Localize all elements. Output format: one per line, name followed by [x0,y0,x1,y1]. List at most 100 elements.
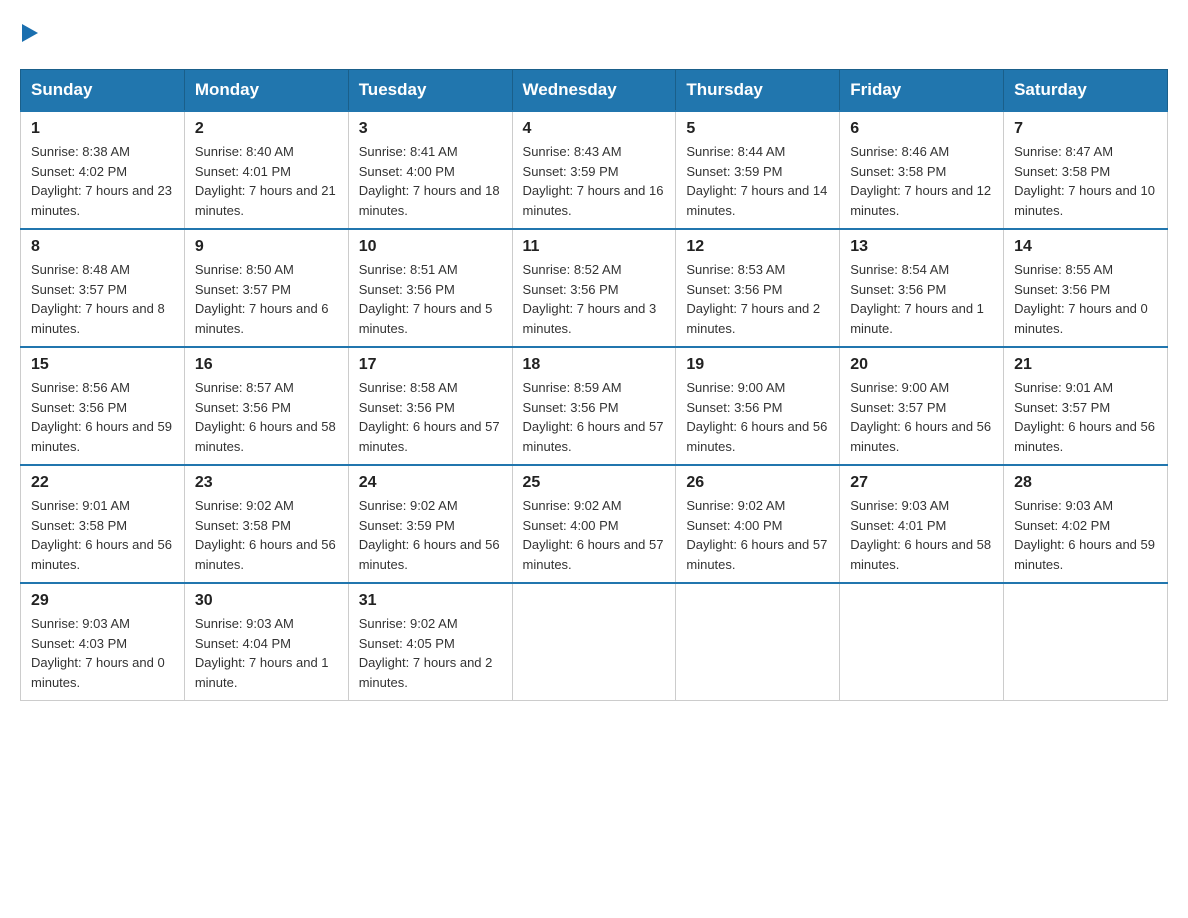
day-info: Sunrise: 9:01 AMSunset: 3:57 PMDaylight:… [1014,378,1157,456]
day-info: Sunrise: 8:38 AMSunset: 4:02 PMDaylight:… [31,142,174,220]
logo [20,20,40,49]
day-info: Sunrise: 8:55 AMSunset: 3:56 PMDaylight:… [1014,260,1157,338]
day-number: 31 [359,592,502,610]
calendar-cell: 2 Sunrise: 8:40 AMSunset: 4:01 PMDayligh… [184,111,348,229]
day-info: Sunrise: 8:44 AMSunset: 3:59 PMDaylight:… [686,142,829,220]
day-number: 4 [523,120,666,138]
calendar-cell: 31 Sunrise: 9:02 AMSunset: 4:05 PMDaylig… [348,583,512,701]
day-header-saturday: Saturday [1004,70,1168,112]
calendar-cell: 23 Sunrise: 9:02 AMSunset: 3:58 PMDaylig… [184,465,348,583]
calendar-cell: 27 Sunrise: 9:03 AMSunset: 4:01 PMDaylig… [840,465,1004,583]
day-info: Sunrise: 9:03 AMSunset: 4:03 PMDaylight:… [31,614,174,692]
day-number: 20 [850,356,993,374]
day-number: 13 [850,238,993,256]
day-number: 8 [31,238,174,256]
calendar-cell: 30 Sunrise: 9:03 AMSunset: 4:04 PMDaylig… [184,583,348,701]
day-info: Sunrise: 8:50 AMSunset: 3:57 PMDaylight:… [195,260,338,338]
calendar-cell: 28 Sunrise: 9:03 AMSunset: 4:02 PMDaylig… [1004,465,1168,583]
calendar-cell: 25 Sunrise: 9:02 AMSunset: 4:00 PMDaylig… [512,465,676,583]
day-info: Sunrise: 8:58 AMSunset: 3:56 PMDaylight:… [359,378,502,456]
calendar-week-row: 22 Sunrise: 9:01 AMSunset: 3:58 PMDaylig… [21,465,1168,583]
calendar-header-row: SundayMondayTuesdayWednesdayThursdayFrid… [21,70,1168,112]
day-info: Sunrise: 8:48 AMSunset: 3:57 PMDaylight:… [31,260,174,338]
calendar-cell: 11 Sunrise: 8:52 AMSunset: 3:56 PMDaylig… [512,229,676,347]
day-info: Sunrise: 8:53 AMSunset: 3:56 PMDaylight:… [686,260,829,338]
day-number: 23 [195,474,338,492]
day-number: 1 [31,120,174,138]
day-number: 16 [195,356,338,374]
calendar-cell [1004,583,1168,701]
day-number: 11 [523,238,666,256]
day-number: 18 [523,356,666,374]
day-info: Sunrise: 8:56 AMSunset: 3:56 PMDaylight:… [31,378,174,456]
day-number: 21 [1014,356,1157,374]
day-header-wednesday: Wednesday [512,70,676,112]
calendar-cell: 16 Sunrise: 8:57 AMSunset: 3:56 PMDaylig… [184,347,348,465]
calendar-week-row: 8 Sunrise: 8:48 AMSunset: 3:57 PMDayligh… [21,229,1168,347]
day-header-tuesday: Tuesday [348,70,512,112]
day-info: Sunrise: 8:57 AMSunset: 3:56 PMDaylight:… [195,378,338,456]
calendar-cell: 21 Sunrise: 9:01 AMSunset: 3:57 PMDaylig… [1004,347,1168,465]
calendar-cell [840,583,1004,701]
day-info: Sunrise: 8:47 AMSunset: 3:58 PMDaylight:… [1014,142,1157,220]
calendar-cell: 29 Sunrise: 9:03 AMSunset: 4:03 PMDaylig… [21,583,185,701]
day-info: Sunrise: 9:02 AMSunset: 3:58 PMDaylight:… [195,496,338,574]
day-number: 30 [195,592,338,610]
calendar-week-row: 15 Sunrise: 8:56 AMSunset: 3:56 PMDaylig… [21,347,1168,465]
calendar-cell: 8 Sunrise: 8:48 AMSunset: 3:57 PMDayligh… [21,229,185,347]
page-header [20,20,1168,49]
calendar-cell [676,583,840,701]
calendar-cell: 4 Sunrise: 8:43 AMSunset: 3:59 PMDayligh… [512,111,676,229]
day-info: Sunrise: 8:43 AMSunset: 3:59 PMDaylight:… [523,142,666,220]
day-info: Sunrise: 9:00 AMSunset: 3:57 PMDaylight:… [850,378,993,456]
calendar-cell: 17 Sunrise: 8:58 AMSunset: 3:56 PMDaylig… [348,347,512,465]
day-header-sunday: Sunday [21,70,185,112]
calendar-cell: 20 Sunrise: 9:00 AMSunset: 3:57 PMDaylig… [840,347,1004,465]
calendar-cell: 6 Sunrise: 8:46 AMSunset: 3:58 PMDayligh… [840,111,1004,229]
day-number: 24 [359,474,502,492]
day-number: 7 [1014,120,1157,138]
day-info: Sunrise: 8:41 AMSunset: 4:00 PMDaylight:… [359,142,502,220]
day-info: Sunrise: 9:01 AMSunset: 3:58 PMDaylight:… [31,496,174,574]
calendar-cell: 9 Sunrise: 8:50 AMSunset: 3:57 PMDayligh… [184,229,348,347]
day-info: Sunrise: 8:52 AMSunset: 3:56 PMDaylight:… [523,260,666,338]
calendar-cell: 10 Sunrise: 8:51 AMSunset: 3:56 PMDaylig… [348,229,512,347]
day-info: Sunrise: 9:03 AMSunset: 4:04 PMDaylight:… [195,614,338,692]
day-number: 12 [686,238,829,256]
day-number: 14 [1014,238,1157,256]
day-info: Sunrise: 8:51 AMSunset: 3:56 PMDaylight:… [359,260,502,338]
day-number: 9 [195,238,338,256]
day-number: 17 [359,356,502,374]
day-number: 27 [850,474,993,492]
calendar-cell [512,583,676,701]
day-info: Sunrise: 8:40 AMSunset: 4:01 PMDaylight:… [195,142,338,220]
day-number: 28 [1014,474,1157,492]
day-info: Sunrise: 9:00 AMSunset: 3:56 PMDaylight:… [686,378,829,456]
day-number: 25 [523,474,666,492]
calendar-cell: 13 Sunrise: 8:54 AMSunset: 3:56 PMDaylig… [840,229,1004,347]
calendar-cell: 12 Sunrise: 8:53 AMSunset: 3:56 PMDaylig… [676,229,840,347]
day-number: 5 [686,120,829,138]
calendar-cell: 26 Sunrise: 9:02 AMSunset: 4:00 PMDaylig… [676,465,840,583]
day-number: 26 [686,474,829,492]
day-info: Sunrise: 8:59 AMSunset: 3:56 PMDaylight:… [523,378,666,456]
day-number: 22 [31,474,174,492]
calendar-cell: 22 Sunrise: 9:01 AMSunset: 3:58 PMDaylig… [21,465,185,583]
day-header-thursday: Thursday [676,70,840,112]
calendar-cell: 1 Sunrise: 8:38 AMSunset: 4:02 PMDayligh… [21,111,185,229]
calendar-cell: 19 Sunrise: 9:00 AMSunset: 3:56 PMDaylig… [676,347,840,465]
day-number: 19 [686,356,829,374]
day-info: Sunrise: 9:02 AMSunset: 4:00 PMDaylight:… [686,496,829,574]
calendar-cell: 14 Sunrise: 8:55 AMSunset: 3:56 PMDaylig… [1004,229,1168,347]
day-info: Sunrise: 8:54 AMSunset: 3:56 PMDaylight:… [850,260,993,338]
calendar-cell: 15 Sunrise: 8:56 AMSunset: 3:56 PMDaylig… [21,347,185,465]
day-info: Sunrise: 9:02 AMSunset: 3:59 PMDaylight:… [359,496,502,574]
day-info: Sunrise: 8:46 AMSunset: 3:58 PMDaylight:… [850,142,993,220]
calendar-cell: 24 Sunrise: 9:02 AMSunset: 3:59 PMDaylig… [348,465,512,583]
calendar-table: SundayMondayTuesdayWednesdayThursdayFrid… [20,69,1168,701]
day-number: 3 [359,120,502,138]
day-info: Sunrise: 9:02 AMSunset: 4:00 PMDaylight:… [523,496,666,574]
day-number: 10 [359,238,502,256]
day-number: 29 [31,592,174,610]
day-info: Sunrise: 9:02 AMSunset: 4:05 PMDaylight:… [359,614,502,692]
